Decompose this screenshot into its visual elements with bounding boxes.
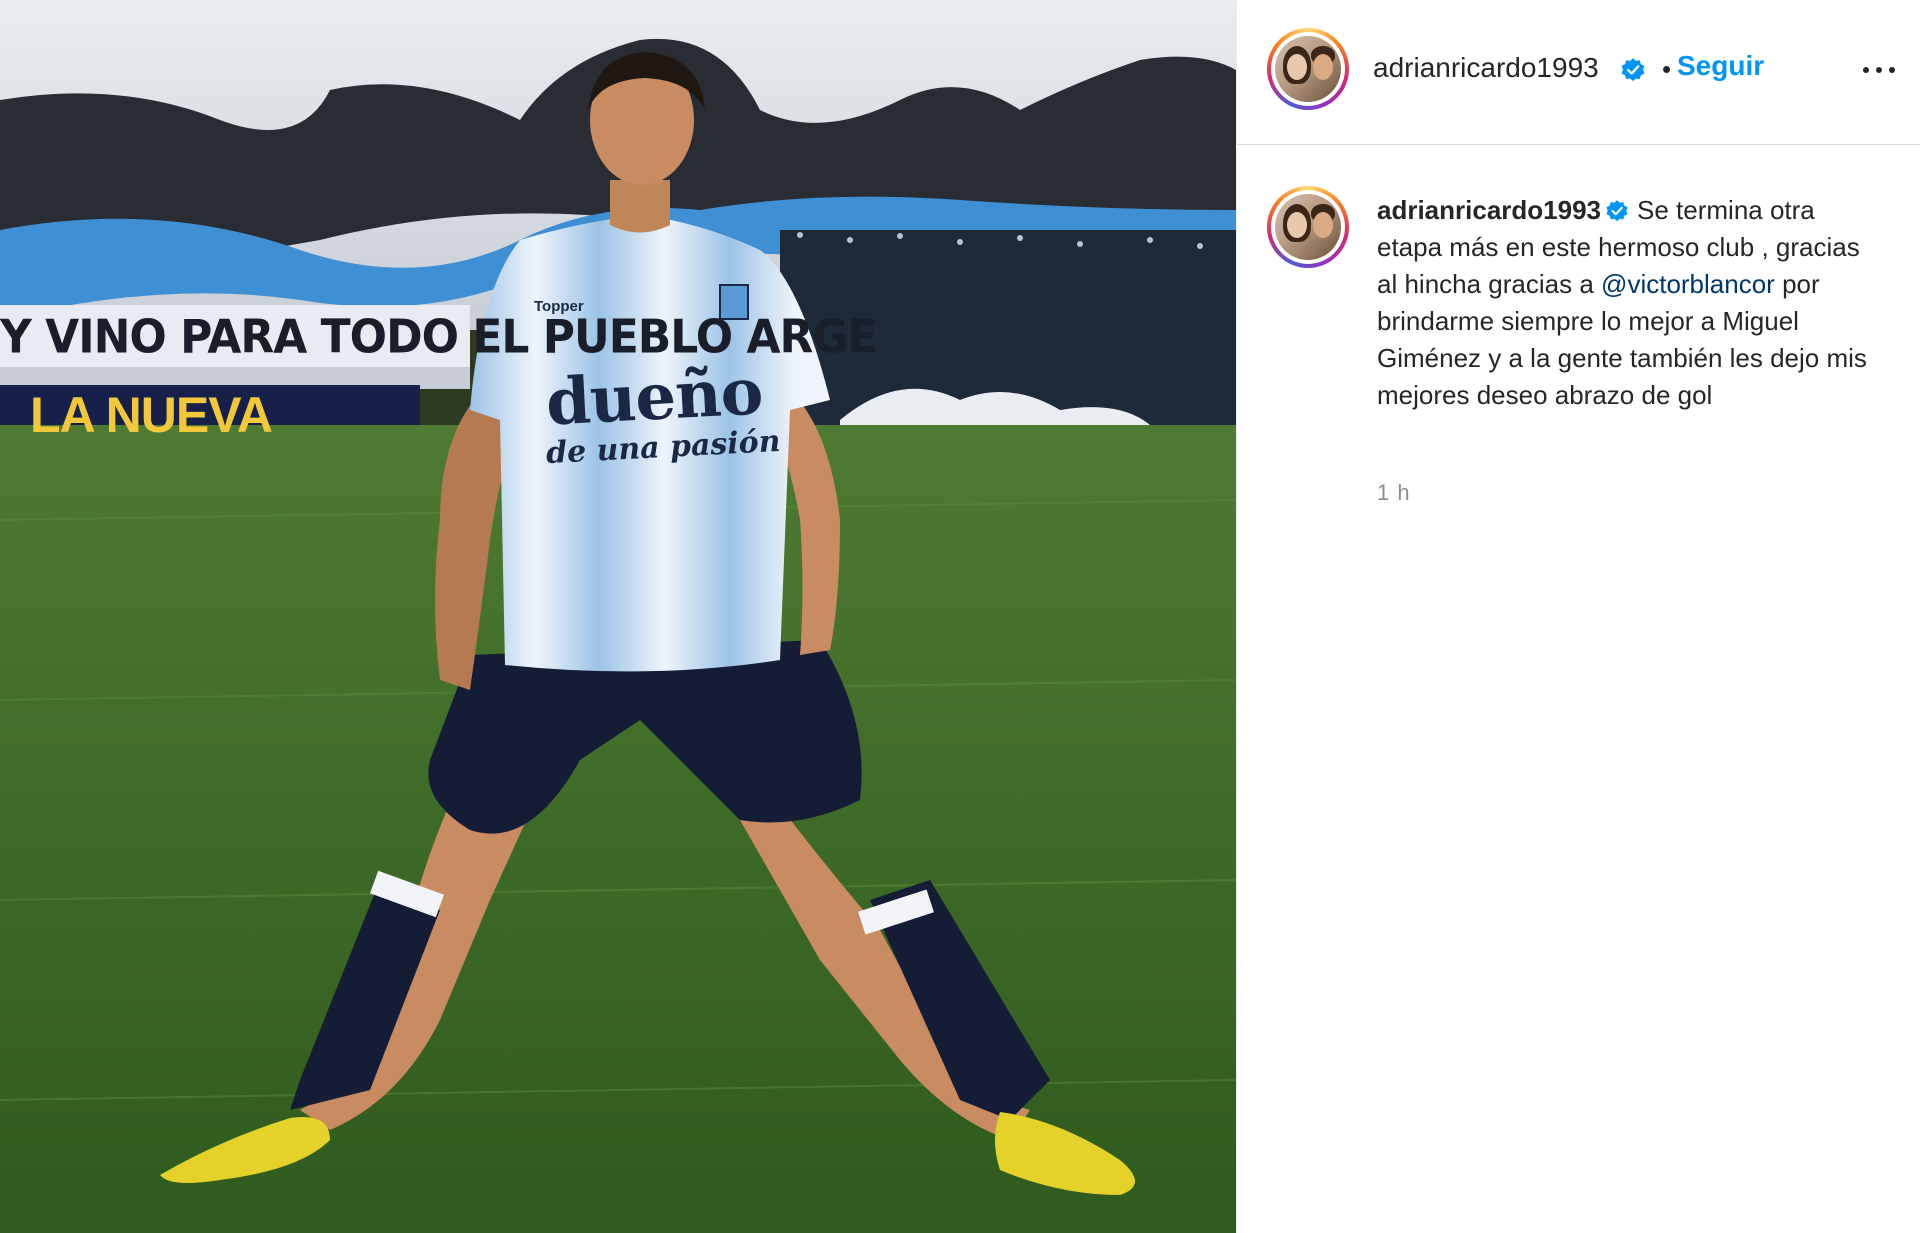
verified-badge-icon bbox=[1621, 58, 1645, 82]
post-caption: adrianricardo1993 Se termina otra etapa … bbox=[1377, 192, 1877, 414]
stadium-ad-text: LA NUEVA bbox=[30, 387, 273, 443]
avatar[interactable] bbox=[1267, 28, 1349, 110]
post-timestamp[interactable]: 1 h bbox=[1377, 480, 1411, 506]
post-header: adrianricardo1993 • Seguir bbox=[1237, 0, 1920, 145]
verified-badge-icon bbox=[1606, 200, 1628, 222]
post-photo bbox=[0, 0, 1236, 1233]
caption-mention-link[interactable]: @victorblancor bbox=[1601, 269, 1775, 299]
follow-button[interactable]: Seguir bbox=[1677, 50, 1764, 82]
post-image[interactable]: Y VINO PARA TODO EL PUEBLO ARGE LA NUEVA… bbox=[0, 0, 1236, 1233]
more-options-icon[interactable] bbox=[1859, 54, 1899, 84]
header-separator: • bbox=[1662, 54, 1672, 84]
post-sidebar: adrianricardo1993 • Seguir adrianricardo… bbox=[1236, 0, 1920, 1233]
caption-avatar[interactable] bbox=[1267, 186, 1349, 268]
post-author-username[interactable]: adrianricardo1993 bbox=[1373, 52, 1599, 84]
jersey-brand-text: Topper bbox=[534, 298, 584, 315]
caption-username[interactable]: adrianricardo1993 bbox=[1377, 195, 1601, 225]
